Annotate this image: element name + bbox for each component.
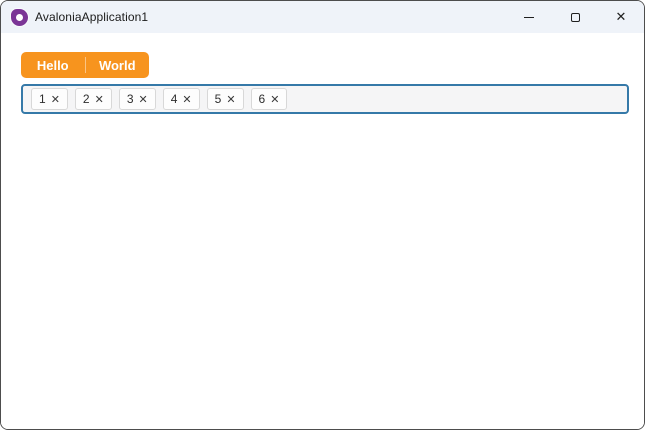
window-controls: ✕	[506, 1, 644, 33]
chip[interactable]: 1 ✕	[31, 88, 68, 110]
chips-container[interactable]: 1 ✕ 2 ✕ 3 ✕ 4 ✕ 5 ✕ 6 ✕	[21, 84, 629, 114]
maximize-icon	[570, 12, 580, 22]
chip-label: 4	[170, 92, 178, 106]
chip-label: 1	[39, 92, 46, 106]
chip-remove-icon[interactable]: ✕	[226, 94, 235, 105]
chip-label: 6	[258, 92, 266, 106]
maximize-button[interactable]	[552, 1, 598, 33]
close-button[interactable]: ✕	[598, 1, 644, 33]
chip-remove-icon[interactable]: ✕	[182, 94, 191, 105]
chip[interactable]: 5 ✕	[206, 88, 244, 110]
chip-remove-icon[interactable]: ✕	[95, 94, 104, 105]
avalonia-logo-icon	[11, 8, 28, 26]
chip[interactable]: 2 ✕	[74, 88, 112, 110]
window-title: AvaloniaApplication1	[35, 10, 149, 24]
chip[interactable]: 6 ✕	[250, 88, 288, 110]
tab-hello[interactable]: Hello	[21, 52, 85, 78]
minimize-button[interactable]	[506, 1, 552, 33]
chip-label: 3	[126, 92, 134, 106]
title-bar[interactable]: AvaloniaApplication1 ✕	[1, 1, 644, 33]
chip-remove-icon[interactable]: ✕	[139, 94, 148, 105]
chip-label: 2	[82, 92, 90, 106]
close-icon: ✕	[615, 9, 627, 25]
chip-remove-icon[interactable]: ✕	[51, 94, 60, 105]
tab-strip: Hello World	[21, 52, 149, 78]
content-area: Hello World 1 ✕ 2 ✕ 3 ✕ 4 ✕ 5 ✕ 6 ✕	[1, 33, 644, 429]
chip-remove-icon[interactable]: ✕	[270, 94, 279, 105]
chip[interactable]: 3 ✕	[118, 88, 156, 110]
chip-label: 5	[214, 92, 222, 106]
app-window: AvaloniaApplication1 ✕ Hello World 1 ✕ 2…	[0, 0, 645, 430]
minimize-icon	[524, 16, 534, 18]
tab-world[interactable]: World	[86, 52, 150, 78]
chip[interactable]: 4 ✕	[162, 88, 200, 110]
